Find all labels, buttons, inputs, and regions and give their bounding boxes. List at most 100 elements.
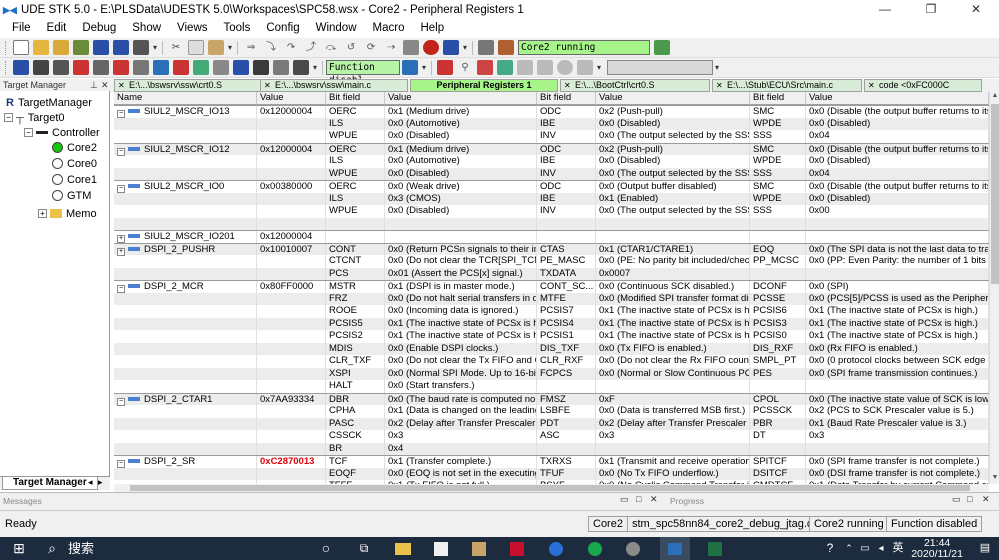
open-workspace-icon[interactable] [53,40,69,55]
jump-icon[interactable]: ⇢ [383,40,399,55]
bitfield-row[interactable]: PCSIS2 0x1 (The inactive state of PCSx is… [114,330,989,343]
function-toggle-icon[interactable] [402,60,419,75]
messages-restore-icon[interactable]: ▭ [620,494,629,505]
bitfield-row[interactable] [114,217,989,230]
bitfield-row[interactable]: ILS 0x0 (Automotive) IBE 0x0 (Disabled) WPDE… [114,155,989,168]
pdf-icon[interactable] [510,541,524,556]
bitfield-value-cell[interactable]: 0x00 [806,205,989,218]
tree-core-core2[interactable]: Core2 [52,140,97,155]
bitfield-value-cell[interactable]: 0x1 (The inactive state of PCSx is high.… [806,317,989,330]
chevron-down-icon[interactable]: ▾ [228,43,232,52]
toolbar-grip[interactable] [5,60,8,75]
register-value-cell[interactable] [257,192,326,205]
messages-panel-label[interactable]: Messages [3,496,42,506]
column-header[interactable]: Value [385,92,537,105]
register-row[interactable]: − DSPI_2_MCR 0x80FF0000 MSTR 0x1 (DSPI is in… [114,280,989,294]
network-icon[interactable]: ▭ [858,537,872,560]
flash-icon[interactable] [437,60,454,75]
pin-icon[interactable]: ⊥ [90,79,98,91]
scroll-up-icon[interactable]: ▲ [991,92,999,102]
register-value-cell[interactable] [257,255,326,268]
save-workspace-icon[interactable] [73,40,89,55]
close-tab-icon[interactable]: ✕ [716,80,723,91]
register-value-cell[interactable] [257,317,326,330]
toolbar-grip[interactable] [5,40,8,55]
paste-icon[interactable] [208,40,225,55]
globe-icon[interactable] [233,60,249,75]
menu-window[interactable]: Window [308,19,365,38]
bitfield-row[interactable]: CLR_TXF 0x0 (Do not clear the Tx FIFO and… [114,355,989,368]
bitfield-value-cell[interactable]: 0x0 (Disabled) [806,192,989,205]
copy-icon[interactable] [188,40,205,55]
bitfield-value-cell[interactable]: 0x0 (The output selected by the SSS ... [596,205,750,218]
restore-button[interactable]: ❐ [908,0,954,19]
bitfield-value-cell[interactable] [806,267,989,280]
register-value-cell[interactable] [257,355,326,368]
bitfield-value-cell[interactable]: 0x1 (The inactive state of PCSx is high.… [806,330,989,343]
bitfield-value-cell[interactable]: 0x0 (Disabled) [596,155,750,168]
run-to-icon[interactable]: ⟳ [363,40,379,55]
bug-icon[interactable] [477,60,494,75]
menu-file[interactable]: File [4,19,39,38]
bitfield-value-cell[interactable]: 0x04 [806,130,989,143]
progress-maximize-icon[interactable]: □ [967,494,972,504]
register-value-cell[interactable] [257,417,326,430]
local-window-icon[interactable] [113,60,129,75]
bitfield-value-cell[interactable]: 0x0 (Disabled) [806,117,989,130]
bitfield-row[interactable]: ILS 0x0 (Automotive) IBE 0x0 (Disabled) WPDE… [114,117,989,130]
collapse-icon[interactable]: − [4,113,13,122]
document-tab[interactable]: Peripheral Registers 1 [410,79,558,92]
pin-icon[interactable]: ⚲ [457,60,473,75]
close-tab-icon[interactable]: ✕ [264,80,271,91]
bitfield-row[interactable]: HALT 0x0 (Start transfers.) [114,380,989,393]
tab-target-manager[interactable]: Target Manager [2,477,98,490]
register-value-cell[interactable] [257,467,326,480]
break-icon[interactable] [403,40,420,55]
register-row[interactable]: + DSPI_2_PUSHR 0x10010007 CONT 0x0 (Return P… [114,242,989,256]
bitfield-value-cell[interactable]: 0x0 (Automotive) [385,117,537,130]
bitfield-value-cell[interactable]: 0x0 (PE: No parity bit included/check... [596,255,750,268]
save-all-icon[interactable] [113,40,129,55]
store-icon[interactable] [434,541,448,556]
bitfield-value-cell[interactable] [596,217,750,230]
bitfield-row[interactable]: ROOE 0x0 (Incoming data is ignored.) PCSIS… [114,305,989,318]
bitfield-value-cell[interactable]: 0x2 (Delay after Transfer Prescaler va..… [385,417,537,430]
excel-icon[interactable] [708,541,722,556]
document-tab[interactable]: ✕ E:\...\Stub\ECU\Src\main.c [712,79,862,92]
step-into-icon[interactable]: ⤵ [263,40,279,55]
connect-icon[interactable] [478,40,495,55]
bitfield-value-cell[interactable]: 0x4 [385,442,537,455]
column-header[interactable]: Bit field [537,92,596,105]
taskbar-clock[interactable]: 21:44 2020/11/21 [911,538,963,560]
bitfield-value-cell[interactable]: 0x0 (Disabled) [806,155,989,168]
bitfield-row[interactable]: CSSCK 0x3 ASC 0x3 DT 0x3 [114,430,989,443]
bitfield-value-cell[interactable]: 0x0 (Disabled) [385,167,537,180]
progress-panel-label[interactable]: Progress [670,496,704,506]
bitfield-value-cell[interactable]: 0x2 (PCS to SCK Prescaler value is 5.) [806,405,989,418]
register-value-cell[interactable] [257,167,326,180]
document-tab[interactable]: ✕ E:\...\bswsrv\ssw\main.c [260,79,408,92]
taskbar-search-input[interactable]: 搜索 [68,537,94,560]
tree-core-core1[interactable]: Core1 [52,172,97,187]
bitfield-value-cell[interactable]: 0x1 (The inactive state of PCSx is hig..… [385,317,537,330]
step-out-icon[interactable]: ⤴ [303,40,319,55]
document-tab[interactable]: ✕ code <0xFC000C [864,79,982,92]
browser-icon[interactable] [549,541,563,556]
bitfield-value-cell[interactable]: 0x0 (Do not clear the TCR[SPI_TCN... [385,255,537,268]
bitfield-value-cell[interactable]: 0x0 (Incoming data is ignored.) [385,305,537,318]
step-line-icon[interactable]: ⤼ [323,40,339,55]
tool-icon[interactable] [626,541,640,556]
notification-icon[interactable]: ▤ [976,537,994,560]
register-value-cell[interactable] [257,292,326,305]
breakpoint-window-icon[interactable] [173,60,189,75]
bitfield-value-cell[interactable]: 0x3 [806,430,989,443]
open-folder-icon[interactable] [33,40,49,55]
cut-icon[interactable]: ✂ [168,40,184,55]
register-value-cell[interactable] [257,367,326,380]
bitfield-value-cell[interactable] [596,442,750,455]
wechat-icon[interactable] [588,541,602,556]
register-row[interactable]: + SIUL2_MSCR_IO201 0x12000004 [114,230,989,244]
bitfield-value-cell[interactable]: 0x1 (The inactive state of PCSx is hig..… [596,317,750,330]
bitfield-value-cell[interactable] [806,380,989,393]
bitfield-value-cell[interactable] [806,442,989,455]
